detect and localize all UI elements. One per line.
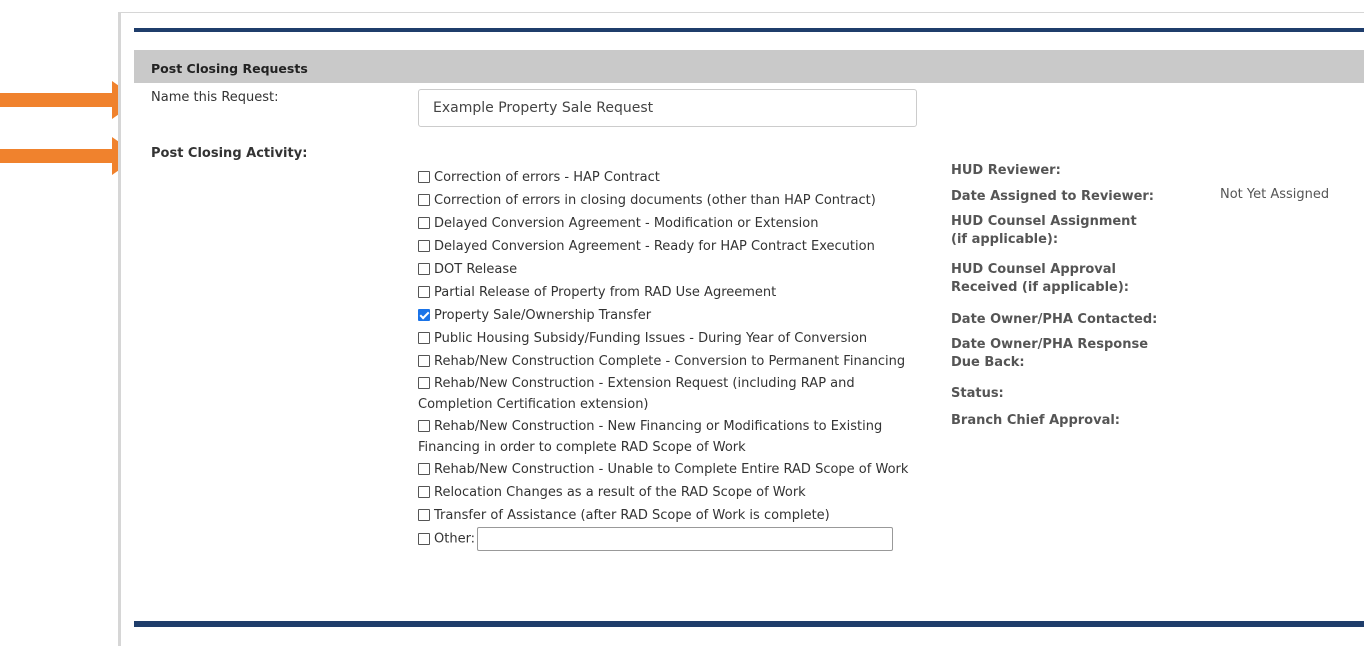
other-label: Other: [434,531,476,547]
top-accent-bar [134,28,1364,32]
activity-option-other[interactable]: Other: [418,527,918,551]
activity-option[interactable]: DOT Release [418,258,918,281]
status-label: Status: [951,386,1004,401]
date-response-label: Date Owner/PHA Response Due Back: [951,337,1149,370]
checkbox[interactable] [418,509,430,521]
checkbox-checked[interactable] [418,309,430,321]
option-label: Property Sale/Ownership Transfer [434,308,652,323]
section-header: Post Closing Requests [134,50,1364,83]
bottom-accent-bar [134,621,1364,627]
option-label: DOT Release [434,262,518,277]
checkbox[interactable] [418,377,430,389]
option-label: Rehab/New Construction - Unable to Compl… [434,462,909,477]
checkbox[interactable] [418,532,430,545]
branch-chief-label: Branch Chief Approval: [951,413,1120,428]
option-label: Relocation Changes as a result of the RA… [434,485,806,500]
activity-option[interactable]: Public Housing Subsidy/Funding Issues - … [418,327,918,350]
counsel-approval-label: HUD Counsel Approval Received (if applic… [951,262,1130,295]
option-label: Delayed Conversion Agreement - Modificat… [434,216,819,231]
activity-option[interactable]: Correction of errors in closing document… [418,189,918,212]
counsel-assignment-label: HUD Counsel Assignment (if applicable): [951,214,1137,247]
date-assigned-value: Not Yet Assigned [1220,187,1330,202]
other-input[interactable] [477,527,894,551]
checkbox[interactable] [418,355,430,367]
activity-option[interactable]: Delayed Conversion Agreement - Modificat… [418,212,918,235]
hud-reviewer-label: HUD Reviewer: [951,163,1061,178]
checkbox[interactable] [418,463,430,475]
checkbox[interactable] [418,240,430,252]
option-label: Public Housing Subsidy/Funding Issues - … [434,331,868,346]
name-request-label: Name this Request: [151,90,279,105]
option-label: Delayed Conversion Agreement - Ready for… [434,239,875,254]
checkbox[interactable] [418,217,430,229]
checkbox[interactable] [418,420,430,432]
checkbox[interactable] [418,171,430,183]
activity-option[interactable]: Correction of errors - HAP Contract [418,166,918,189]
option-label: Rehab/New Construction Complete - Conver… [434,354,906,369]
checkbox[interactable] [418,332,430,344]
date-contacted-label: Date Owner/PHA Contacted: [951,312,1158,327]
checkbox[interactable] [418,263,430,275]
activity-option[interactable]: Property Sale/Ownership Transfer [418,304,918,327]
date-assigned-label: Date Assigned to Reviewer: [951,189,1155,204]
activity-option[interactable]: Rehab/New Construction - Extension Reque… [418,373,918,415]
option-label: Transfer of Assistance (after RAD Scope … [434,508,830,523]
option-label: Rehab/New Construction - Extension Reque… [418,376,855,412]
option-label: Correction of errors - HAP Contract [434,170,660,185]
option-label: Rehab/New Construction - New Financing o… [418,419,883,455]
activity-option[interactable]: Rehab/New Construction Complete - Conver… [418,351,918,372]
activity-option[interactable]: Relocation Changes as a result of the RA… [418,481,918,504]
name-request-input[interactable] [418,89,917,127]
checkbox[interactable] [418,486,430,498]
activity-option[interactable]: Rehab/New Construction - Unable to Compl… [418,459,918,480]
post-closing-activity-label: Post Closing Activity: [151,146,308,161]
option-label: Correction of errors in closing document… [434,193,876,208]
checkbox[interactable] [418,286,430,298]
option-label: Partial Release of Property from RAD Use… [434,285,777,300]
activity-option[interactable]: Rehab/New Construction - New Financing o… [418,416,918,458]
activity-options: Correction of errors - HAP Contract Corr… [418,166,918,551]
checkbox[interactable] [418,194,430,206]
activity-option[interactable]: Partial Release of Property from RAD Use… [418,281,918,304]
activity-option[interactable]: Delayed Conversion Agreement - Ready for… [418,235,918,258]
activity-option[interactable]: Transfer of Assistance (after RAD Scope … [418,504,918,527]
